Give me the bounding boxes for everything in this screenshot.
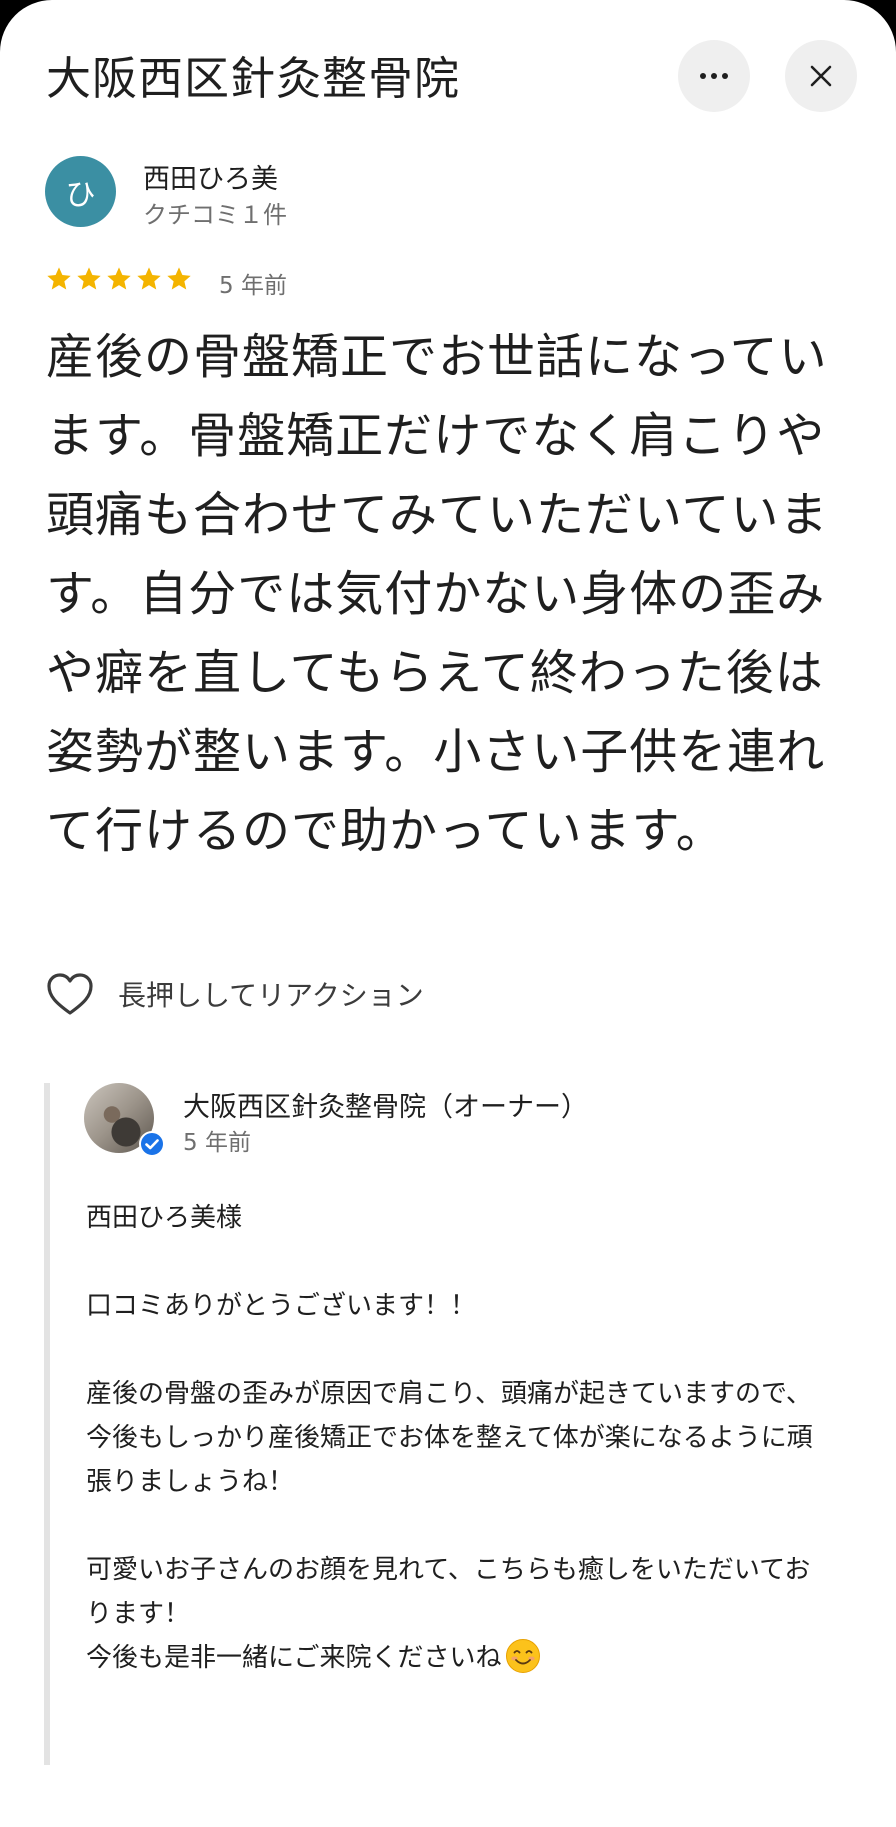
reply-closing-text: 今後も是非一緒にご来院くださいね (86, 1643, 502, 1673)
star-icon (107, 267, 131, 290)
review-text: 産後の骨盤矯正でお世話になっています。骨盤矯正だけでなく肩こりや頭痛も合わせてみ… (46, 329, 829, 859)
review-time: 5 年前 (219, 273, 287, 299)
review-sheet: 大阪西区針灸整骨院 ひ 西田ひろ美 クチコミ１件 5 年前 産後の骨盤矯正でお世… (0, 0, 896, 1827)
star-icon (47, 267, 71, 290)
owner-name: 大阪西区針灸整骨院（オーナー） (183, 1092, 588, 1123)
reply-line: 産後の骨盤の歪みが原因で肩こり、頭痛が起きていますので、 (86, 1379, 812, 1409)
reviewer-avatar[interactable]: ひ (45, 156, 116, 227)
reply-paragraph: 口コミありがとうございます！！ (86, 1291, 477, 1321)
star-icon (137, 267, 161, 290)
reply-line: 可愛いお子さんのお顔を見れて、こちらも癒しをいただいております！ (86, 1555, 811, 1629)
reply-paragraph: 西田ひろ美様 (86, 1203, 243, 1233)
reviewer-review-count: クチコミ１件 (143, 201, 287, 229)
avatar-letter: ひ (65, 177, 96, 213)
reaction-button[interactable]: 長押ししてリアクション (46, 970, 424, 1018)
close-icon (810, 65, 832, 87)
page-title: 大阪西区針灸整骨院 (46, 52, 461, 105)
more-icon (700, 73, 728, 79)
smile-emoji-icon (506, 1639, 541, 1673)
reply-paragraph: 産後の骨盤の歪みが原因で肩こり、頭痛が起きていますので、 今後もしっかり産後矯正… (86, 1372, 826, 1504)
reviewer-name[interactable]: 西田ひろ美 (143, 157, 278, 196)
reaction-label: 長押ししてリアクション (118, 979, 424, 1012)
owner-reply-bar (44, 1083, 50, 1765)
reply-paragraph: 可愛いお子さんのお顔を見れて、こちらも癒しをいただいております！ 今後も是非一緒… (86, 1548, 826, 1680)
star-icon (77, 267, 101, 290)
star-rating (45, 265, 193, 293)
owner-reply-time: 5 年前 (183, 1130, 251, 1156)
close-button[interactable] (785, 40, 857, 112)
reply-line: 今後もしっかり産後矯正でお体を整えて体が楽になるように頑張りましょうね！ (86, 1423, 813, 1497)
owner-reply-text: 西田ひろ美様 口コミありがとうございます！！ 産後の骨盤の歪みが原因で肩こり、頭… (86, 1196, 826, 1680)
more-options-button[interactable] (678, 40, 750, 112)
star-icon (167, 267, 191, 290)
heart-icon (47, 973, 93, 1015)
verified-badge-icon (139, 1131, 165, 1157)
reply-line: 今後も是非一緒にご来院くださいね (86, 1636, 826, 1680)
